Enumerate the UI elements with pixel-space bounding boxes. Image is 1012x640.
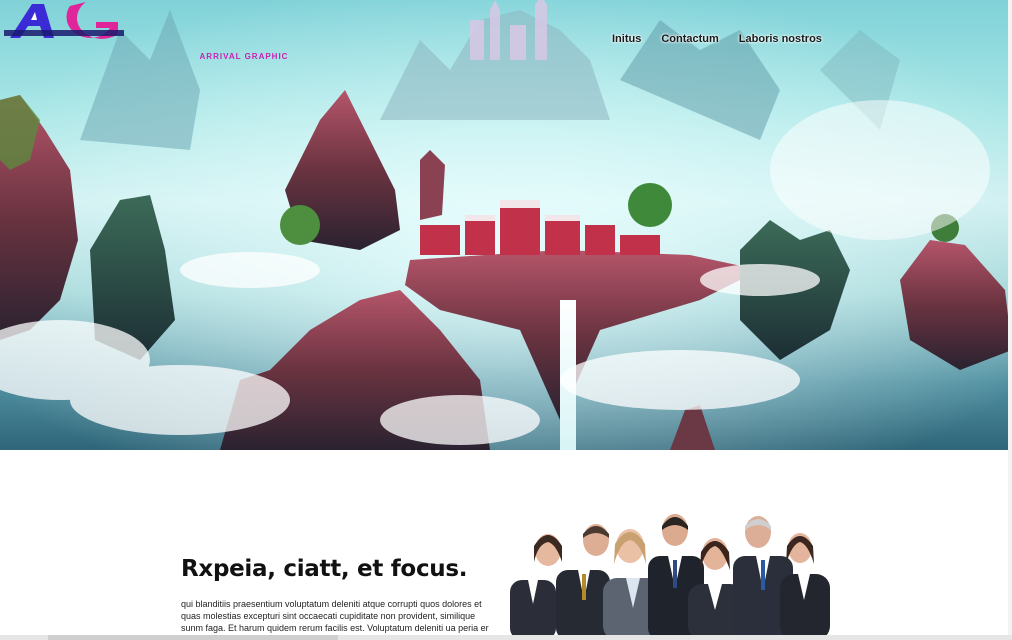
horizontal-scrollbar[interactable] <box>0 635 1012 640</box>
section-body-text: qui blanditiis praesentium voluptatum de… <box>181 599 489 633</box>
brand-logo[interactable] <box>0 0 128 50</box>
section-title: Rxpeia, ciatt, et focus. <box>181 556 468 582</box>
main-nav: Initus Contactum Laboris nostros <box>612 33 822 45</box>
page-edge-strip <box>1008 0 1012 640</box>
hero-banner: ARRIVAL GRAPHIC Initus Contactum Laboris… <box>0 0 1012 450</box>
team-photo <box>510 514 830 640</box>
brand-logo-text: ARRIVAL GRAPHIC <box>199 52 289 61</box>
nav-item-laboris-nostros[interactable]: Laboris nostros <box>739 33 822 45</box>
scrollbar-thumb[interactable] <box>48 635 338 640</box>
hero-landscape-image <box>0 0 1012 450</box>
nav-item-initus[interactable]: Initus <box>612 33 641 45</box>
nav-item-contactum[interactable]: Contactum <box>661 33 718 45</box>
